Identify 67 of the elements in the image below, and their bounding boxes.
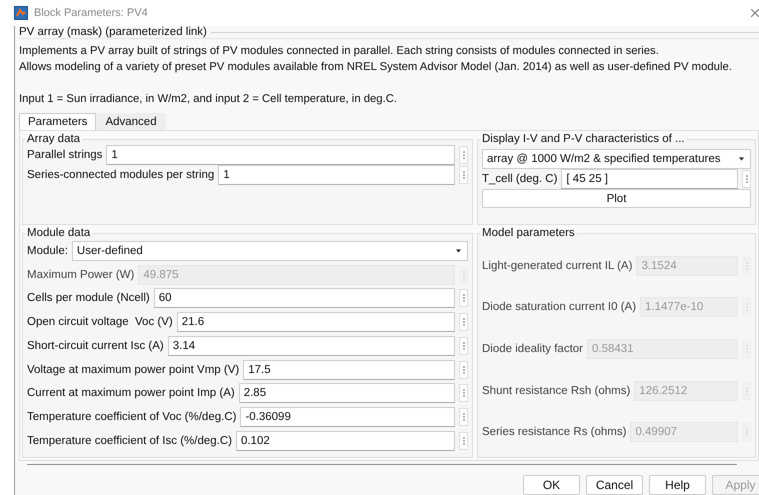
options-button[interactable] [742, 298, 751, 316]
field-label: Open circuit voltage Voc (V) [27, 316, 173, 328]
field-label: Series resistance Rs (ohms) [482, 426, 626, 438]
input-field[interactable]: 17.5 [243, 360, 455, 380]
input-field[interactable]: 3.14 [168, 336, 455, 356]
field-label: Maximum Power (W) [27, 268, 134, 281]
field-label: Diode ideality factor [482, 342, 583, 355]
field-label: Temperature coefficient of Voc (%/deg.C) [27, 411, 236, 424]
options-button[interactable] [459, 289, 468, 308]
field-label: Parallel strings [27, 149, 102, 161]
dropdown-value: array @ 1000 W/m2 & specified temperatures [487, 153, 720, 165]
field-label: Current at maximum power point Imp (A) [27, 387, 235, 400]
input-field[interactable]: 1 [106, 145, 455, 165]
field-label: Module: [27, 244, 68, 257]
group-title: Model parameters [481, 227, 576, 239]
group-title: Module data [26, 227, 92, 239]
tab[interactable]: Parameters [19, 113, 96, 130]
plot-button[interactable]: Plot [482, 189, 751, 208]
dialog-button[interactable]: OK [523, 475, 580, 495]
options-button[interactable] [459, 384, 468, 402]
dropdown-value: User-defined [76, 244, 143, 257]
dropdown[interactable]: User-defined [72, 240, 468, 261]
field-label: Temperature coefficient of Isc (%/deg.C) [27, 435, 232, 447]
options-button[interactable] [742, 423, 751, 442]
options-button[interactable] [742, 170, 751, 188]
field-label: Shunt resistance Rsh (ohms) [482, 384, 630, 397]
options-button[interactable] [459, 313, 468, 332]
options-button[interactable] [459, 360, 468, 379]
tab[interactable]: Advanced [96, 113, 166, 130]
window-title: Block Parameters: PV4 [34, 7, 149, 19]
app-icon [14, 6, 28, 20]
group-title: Array data [26, 133, 82, 145]
input-field[interactable]: [ 45 25 ] [561, 169, 738, 189]
options-button[interactable] [459, 336, 468, 355]
options-button[interactable] [742, 340, 751, 358]
caret-icon [739, 157, 744, 161]
input-field[interactable]: 1 [218, 165, 455, 185]
field-label: Voltage at maximum power point Vmp (V) [27, 364, 240, 376]
caret-icon [456, 248, 461, 253]
group-title: Display I-V and P-V characteristics of ... [481, 133, 686, 145]
mask-title: PV array (mask) (parameterized link) [19, 26, 207, 38]
description-text: Allows modeling of a variety of preset PV modules available from NREL System Advisor Model (Jan. 2014) as well as user-defined PV module. [19, 60, 733, 75]
field-label: Short-circuit current Isc (A) [27, 340, 164, 352]
options-button[interactable] [742, 256, 751, 275]
dialog-button[interactable]: Help [649, 475, 706, 495]
description-text: Implements a PV array built of strings of PV modules connected in parallel. Each string consists of modules connected in series. [19, 44, 660, 59]
field-label: Light-generated current IL (A) [482, 260, 632, 272]
options-button[interactable] [459, 166, 468, 184]
description-text: Input 1 = Sun irradiance, in W/m2, and input 2 = Cell temperature, in deg.C. [19, 92, 398, 107]
options-button[interactable] [459, 266, 468, 284]
input-field[interactable]: 2.85 [238, 383, 455, 404]
input-field[interactable]: -0.36099 [240, 407, 455, 428]
close-icon[interactable] [751, 9, 759, 17]
input-field[interactable]: 60 [154, 288, 455, 308]
options-button[interactable] [459, 432, 468, 450]
options-button[interactable] [459, 146, 468, 164]
options-button[interactable] [459, 408, 468, 426]
scrollbar[interactable] [27, 464, 737, 465]
options-button[interactable] [742, 382, 751, 400]
field-label: Series-connected modules per string [27, 169, 214, 181]
input-field[interactable]: 21.6 [176, 312, 455, 332]
dropdown[interactable]: array @ 1000 W/m2 & specified temperatures [482, 149, 751, 169]
dialog-button[interactable]: Cancel [586, 475, 643, 495]
field-label: T_cell (deg. C) [482, 173, 558, 185]
field-label: Diode saturation current I0 (A) [482, 301, 636, 314]
input-field[interactable]: 0.102 [236, 431, 455, 451]
field-label: Cells per module (Ncell) [27, 292, 150, 304]
